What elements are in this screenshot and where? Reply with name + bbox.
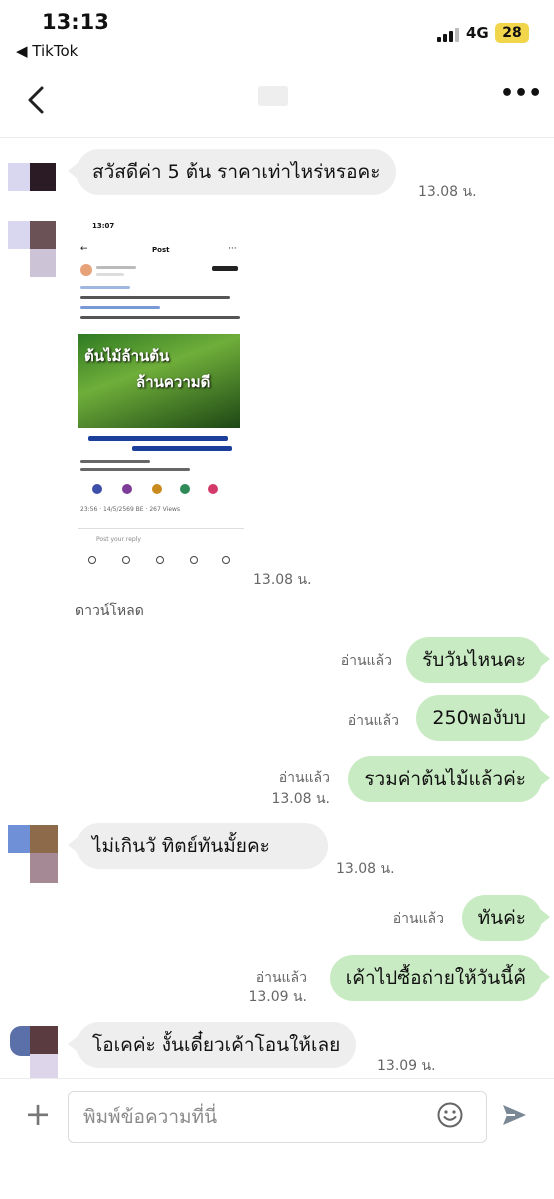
image-nav-icon: [122, 556, 130, 564]
clock: 13:13: [42, 10, 109, 34]
signal-icon: [437, 26, 461, 42]
chevron-left-icon: [28, 86, 44, 114]
status-bar: 13:13 ◀ TikTok 4G 28: [0, 0, 554, 66]
contact-name-redacted: [258, 86, 288, 106]
read-receipt: อ่านแล้ว: [278, 770, 330, 786]
message-bubble[interactable]: เค้าไปซื้อถ่ายให้วันนี้ค้: [329, 955, 551, 1001]
image-nav-icon: [88, 556, 96, 564]
image-text-line: [80, 286, 130, 289]
message-input[interactable]: [68, 1091, 487, 1143]
chat-screen: 13:13 ◀ TikTok 4G 28 ••• สวัสดีค่า 5 ต้น…: [0, 0, 554, 1199]
emoji-button[interactable]: [436, 1101, 464, 1129]
image-status-time: 13:07: [92, 222, 115, 230]
more-options-button[interactable]: •••: [500, 83, 542, 110]
image-nav-icon: [156, 556, 164, 564]
image-profile-avatar: [80, 264, 92, 276]
image-banner-line2: ล้านความดี: [136, 373, 211, 391]
image-text-line: [88, 436, 228, 441]
battery-icon: 28: [495, 23, 529, 43]
chat-header: •••: [0, 66, 554, 138]
image-logo: [180, 484, 190, 494]
image-logo: [152, 484, 162, 494]
avatar[interactable]: [8, 825, 58, 883]
read-receipt: อ่านแล้ว: [392, 911, 444, 927]
add-attachment-button[interactable]: +: [22, 1098, 54, 1131]
message-time: 13.08 น.: [336, 861, 395, 877]
image-divider: [78, 528, 244, 529]
shared-image[interactable]: 13:07 ← Post ··· ต้นไม้ล้านต้น ล้านความด…: [72, 216, 250, 568]
image-text-line: [80, 460, 150, 463]
image-back-arrow: ←: [80, 244, 88, 254]
image-post-title: Post: [152, 246, 170, 254]
message-time: 13.09 น.: [248, 989, 307, 1005]
image-text-line: [96, 273, 124, 276]
message-bubble[interactable]: รวมค่าต้นไม้แล้วค่ะ: [348, 756, 550, 802]
back-to-app-link[interactable]: ◀ TikTok: [16, 42, 78, 60]
image-banner-line1: ต้นไม้ล้านต้น: [84, 347, 170, 365]
message-bubble[interactable]: 250พองับบ: [416, 695, 550, 741]
image-banner: ต้นไม้ล้านต้น ล้านความดี: [78, 334, 240, 428]
message-time: 13.08 น.: [253, 572, 312, 588]
message-list[interactable]: สวัสดีค่า 5 ต้น ราคาเท่าไหร่หรอคะ 13.08 …: [0, 138, 554, 1082]
image-text-line: [96, 266, 136, 269]
smiley-icon: [437, 1102, 463, 1128]
image-logo: [208, 484, 218, 494]
message-time: 13.08 น.: [271, 791, 330, 807]
send-icon: [503, 1105, 526, 1125]
composer-bar: +: [0, 1078, 554, 1199]
message-time: 13.09 น.: [377, 1058, 436, 1074]
message-bubble[interactable]: รับวันไหนคะ: [406, 637, 550, 683]
plus-icon: +: [24, 1095, 52, 1133]
image-logo: [92, 484, 102, 494]
image-nav-icon: [222, 556, 230, 564]
read-receipt: อ่านแล้ว: [340, 653, 392, 669]
message-bubble[interactable]: โอเคค่ะ งั้นเดี๋ยวเค้าโอนให้เลย: [67, 1022, 357, 1068]
download-link[interactable]: ดาวน์โหลด: [75, 600, 144, 622]
image-text-line: [80, 296, 230, 299]
image-text-line: [80, 306, 160, 309]
image-logo: [122, 484, 132, 494]
message-bubble[interactable]: ทันค่ะ: [461, 895, 551, 941]
send-button[interactable]: [500, 1101, 528, 1129]
image-text-line: [80, 468, 190, 471]
image-logo-mark: [212, 266, 238, 271]
avatar[interactable]: [8, 221, 56, 277]
image-text-line: [80, 316, 240, 319]
image-reply-placeholder: Post your reply: [96, 536, 141, 543]
message-time: 13.08 น.: [418, 184, 477, 200]
message-bubble[interactable]: ไม่เกินวั ทิตย์ทันมั้ยคะ: [68, 823, 328, 869]
image-more-dots: ···: [228, 244, 237, 254]
read-receipt: อ่านแล้ว: [347, 713, 399, 729]
message-bubble[interactable]: สวัสดีค่า 5 ต้น ราคาเท่าไหร่หรอคะ: [67, 149, 397, 195]
back-button[interactable]: [22, 82, 54, 118]
avatar[interactable]: [8, 1026, 58, 1082]
image-text-line: [132, 446, 232, 451]
image-views: 23:56 · 14/5/2569 BE · 267 Views: [80, 506, 181, 513]
image-nav-icon: [190, 556, 198, 564]
network-type: 4G: [466, 24, 489, 42]
avatar[interactable]: [8, 163, 56, 215]
